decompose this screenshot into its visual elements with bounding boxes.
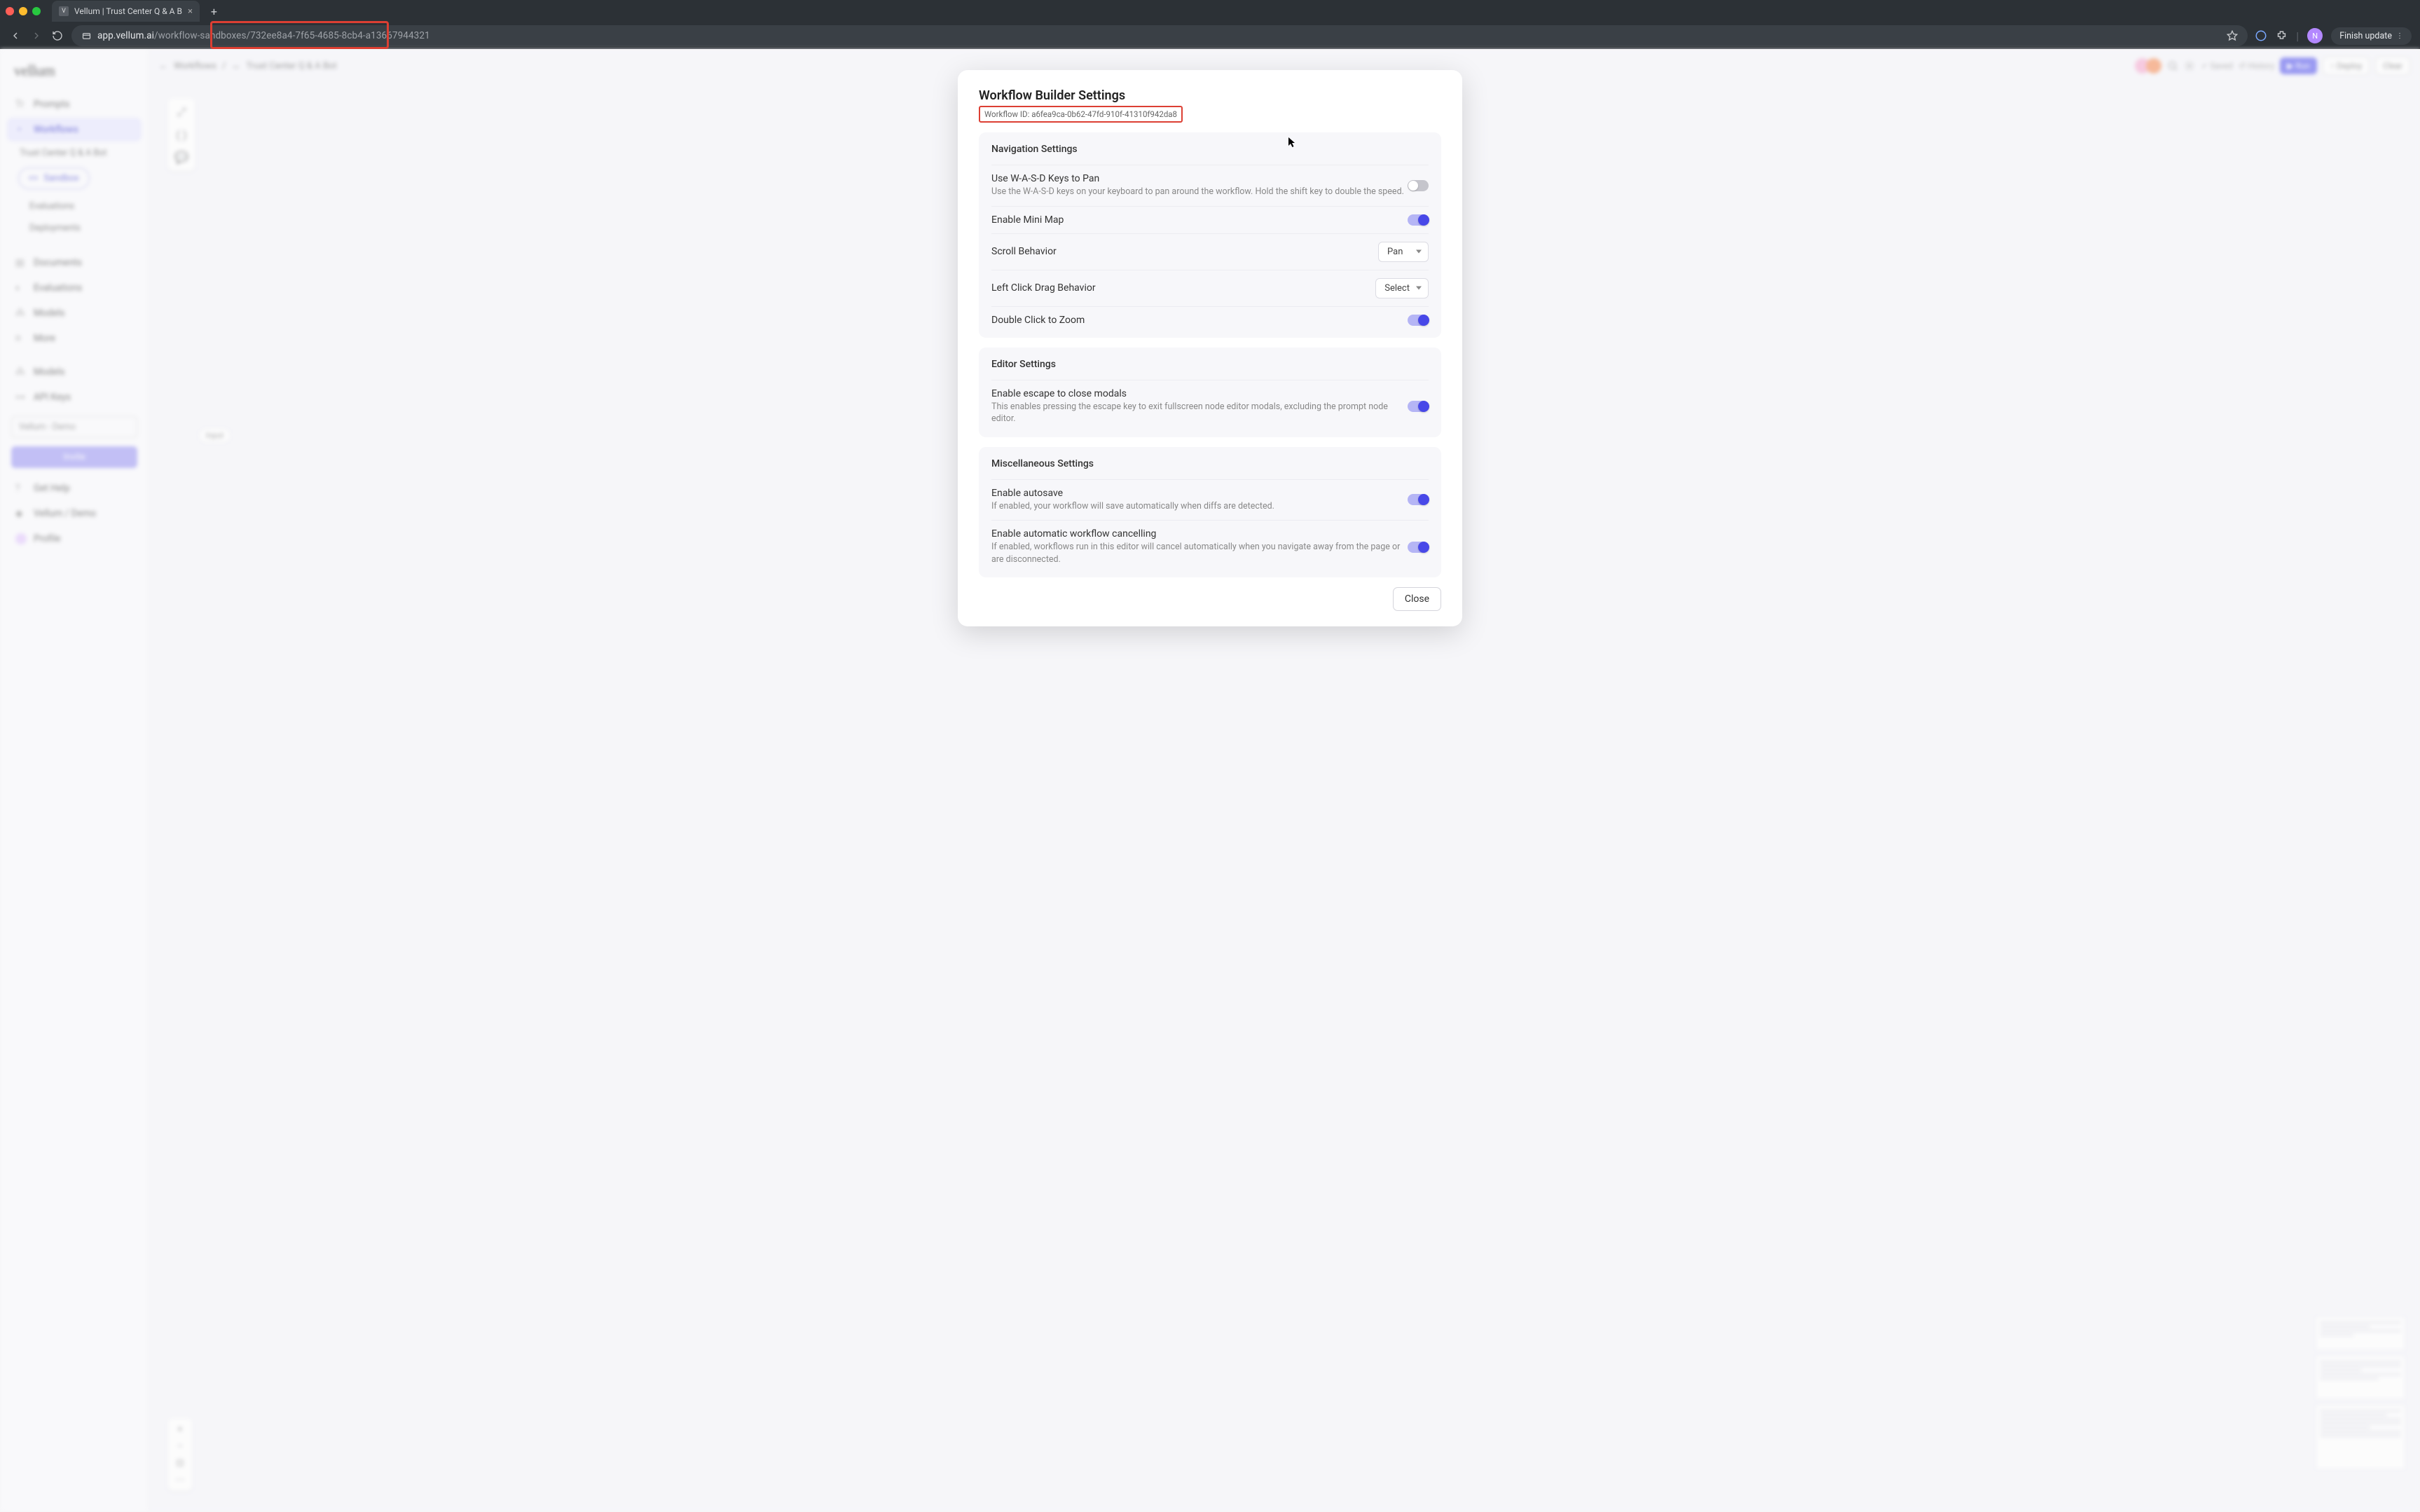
section-editor: Editor Settings Enable escape to close m… bbox=[979, 348, 1441, 437]
settings-modal: Workflow Builder Settings Workflow ID: a… bbox=[958, 70, 1462, 626]
row-dblzoom: Double Click to Zoom bbox=[991, 306, 1429, 334]
toggle-autocancel[interactable] bbox=[1408, 542, 1429, 553]
mouse-cursor-icon bbox=[1288, 137, 1297, 149]
label-escape: Enable escape to close modals bbox=[991, 388, 1408, 399]
profile-avatar[interactable]: N bbox=[2307, 28, 2323, 43]
window-controls[interactable] bbox=[6, 7, 41, 15]
label-autocancel: Enable automatic workflow cancelling bbox=[991, 528, 1408, 539]
section-title-misc: Miscellaneous Settings bbox=[991, 458, 1429, 469]
chrome-actions: | N Finish update ⋮ bbox=[2255, 27, 2412, 45]
bookmark-icon[interactable] bbox=[2227, 30, 2238, 41]
row-drag: Left Click Drag Behavior Select bbox=[991, 270, 1429, 306]
modal-footer: Close bbox=[979, 587, 1441, 611]
row-autocancel: Enable automatic workflow cancelling If … bbox=[991, 520, 1429, 573]
label-wasd: Use W-A-S-D Keys to Pan bbox=[991, 173, 1408, 184]
tab-bar: V Vellum | Trust Center Q & A B × + bbox=[0, 0, 2420, 22]
extensions-icon[interactable] bbox=[2276, 30, 2288, 42]
finish-update-button[interactable]: Finish update ⋮ bbox=[2331, 27, 2412, 45]
label-minimap: Enable Mini Map bbox=[991, 214, 1408, 226]
new-tab-button[interactable]: + bbox=[205, 2, 223, 21]
workflow-id-value: a6fea9ca-0b62-47fd-910f-41310f942da8 bbox=[1031, 109, 1177, 119]
row-minimap: Enable Mini Map bbox=[991, 206, 1429, 233]
back-button[interactable] bbox=[8, 30, 22, 41]
url-input[interactable]: app.vellum.ai/workflow-sandboxes/732ee8a… bbox=[71, 25, 2248, 46]
row-escape: Enable escape to close modals This enabl… bbox=[991, 380, 1429, 433]
url-text: app.vellum.ai/workflow-sandboxes/732ee8a… bbox=[97, 30, 430, 41]
tab-close-icon[interactable]: × bbox=[188, 6, 193, 17]
toggle-escape[interactable] bbox=[1408, 401, 1429, 412]
browser-tab[interactable]: V Vellum | Trust Center Q & A B × bbox=[52, 1, 200, 22]
browser-chrome: V Vellum | Trust Center Q & A B × + app.… bbox=[0, 0, 2420, 49]
select-scroll[interactable]: Pan bbox=[1378, 242, 1429, 262]
reload-button[interactable] bbox=[50, 30, 64, 41]
toggle-autosave[interactable] bbox=[1408, 494, 1429, 505]
row-autosave: Enable autosave If enabled, your workflo… bbox=[991, 479, 1429, 521]
close-window-icon[interactable] bbox=[6, 7, 14, 15]
label-autosave: Enable autosave bbox=[991, 488, 1408, 499]
row-scroll: Scroll Behavior Pan bbox=[991, 233, 1429, 270]
section-title-editor: Editor Settings bbox=[991, 359, 1429, 370]
tab-favicon: V bbox=[59, 6, 69, 16]
workflow-id-box: Workflow ID: a6fea9ca-0b62-47fd-910f-413… bbox=[979, 106, 1183, 123]
minimize-window-icon[interactable] bbox=[19, 7, 27, 15]
section-title-navigation: Navigation Settings bbox=[991, 144, 1429, 155]
section-misc: Miscellaneous Settings Enable autosave I… bbox=[979, 447, 1441, 578]
toggle-dblzoom[interactable] bbox=[1408, 315, 1429, 326]
select-drag[interactable]: Select bbox=[1375, 278, 1429, 298]
toggle-minimap[interactable] bbox=[1408, 214, 1429, 226]
extension-icon-1[interactable] bbox=[2255, 29, 2267, 42]
label-dblzoom: Double Click to Zoom bbox=[991, 315, 1408, 326]
desc-autosave: If enabled, your workflow will save auto… bbox=[991, 500, 1408, 513]
modal-title: Workflow Builder Settings bbox=[979, 88, 1441, 103]
toggle-wasd[interactable] bbox=[1408, 180, 1429, 191]
tab-title: Vellum | Trust Center Q & A B bbox=[74, 6, 182, 16]
desc-autocancel: If enabled, workflows run in this editor… bbox=[991, 541, 1408, 565]
desc-wasd: Use the W-A-S-D keys on your keyboard to… bbox=[991, 186, 1408, 198]
site-info-icon[interactable] bbox=[81, 31, 92, 41]
maximize-window-icon[interactable] bbox=[32, 7, 41, 15]
forward-button[interactable] bbox=[29, 30, 43, 41]
desc-escape: This enables pressing the escape key to … bbox=[991, 401, 1408, 425]
close-button[interactable]: Close bbox=[1393, 587, 1441, 611]
section-navigation: Navigation Settings Use W-A-S-D Keys to … bbox=[979, 132, 1441, 338]
address-bar: app.vellum.ai/workflow-sandboxes/732ee8a… bbox=[0, 22, 2420, 49]
label-drag: Left Click Drag Behavior bbox=[991, 282, 1375, 294]
row-wasd: Use W-A-S-D Keys to Pan Use the W-A-S-D … bbox=[991, 165, 1429, 206]
label-scroll: Scroll Behavior bbox=[991, 246, 1378, 257]
modal-overlay: Workflow Builder Settings Workflow ID: a… bbox=[0, 49, 2420, 1512]
